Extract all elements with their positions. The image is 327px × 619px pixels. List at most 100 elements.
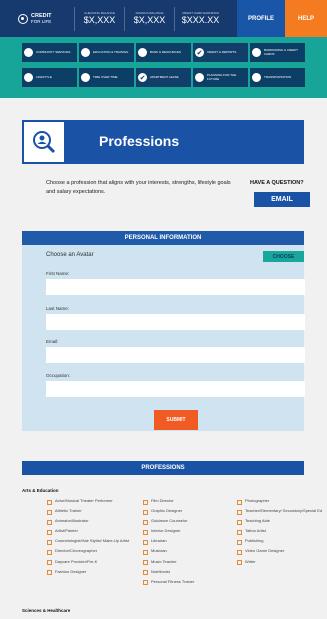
profession-item[interactable]: Cosmetologist/Hair Stylist/ Make-Up Arti… — [47, 539, 129, 545]
profession-item[interactable]: Nutritionist — [143, 568, 194, 576]
logo-mark-icon — [18, 13, 28, 24]
module-label: Lifestyle — [36, 74, 52, 79]
email-button[interactable]: EMAIL — [254, 192, 310, 207]
checkbox[interactable] — [47, 539, 52, 545]
profession-label: Athletic Trainer — [55, 508, 82, 514]
profession-item[interactable]: Teacher/Elementary/ Secondary/Special Ed — [237, 509, 322, 515]
profession-item[interactable]: Guidance Counselor — [143, 519, 194, 525]
module-tile[interactable]: Borrowing & Credit Cards — [250, 43, 305, 62]
profession-item[interactable]: Director/Choreographer — [47, 549, 129, 555]
checkbox[interactable] — [143, 580, 148, 586]
profession-item[interactable]: Video Game Designer — [237, 549, 322, 555]
checkbox[interactable] — [143, 509, 148, 515]
profession-label: Actor/Musical Theater Performer — [55, 498, 113, 503]
module-tile[interactable]: Bank & Resources — [136, 43, 191, 62]
checkmark-icon: ✔ — [195, 48, 204, 57]
profession-item[interactable]: Athletic Trainer — [47, 509, 129, 515]
module-grid: Community services Education & Training Ba… — [22, 43, 307, 87]
profession-label: Animator/Illustrator — [55, 518, 89, 524]
logo-text: CREDIT — [31, 12, 52, 19]
profile-button[interactable]: PROFILE — [237, 0, 285, 37]
profession-label: Librarian — [151, 538, 167, 544]
profession-item[interactable]: Interior Designer — [143, 529, 194, 535]
help-button[interactable]: HELP — [285, 0, 327, 37]
email-label: Email: — [46, 339, 59, 344]
profession-item[interactable]: Publishing — [237, 539, 322, 545]
checkbox[interactable] — [143, 519, 148, 525]
personal-info-panel: PERSONAL INFORMATION Choose an Avatar CH… — [22, 231, 305, 431]
module-label: Credit & Reports — [207, 49, 237, 54]
checkbox[interactable] — [143, 539, 148, 545]
profession-item[interactable]: Film Director — [143, 498, 194, 505]
first-name-field[interactable] — [46, 279, 305, 295]
profession-label: Video Game Designer — [245, 548, 285, 554]
module-tile[interactable]: Planning for the Future — [193, 68, 248, 87]
checkbox[interactable] — [237, 560, 242, 566]
profession-item[interactable]: Photographer — [237, 498, 322, 505]
profession-item[interactable]: Personal Fitness Trainer — [143, 579, 194, 586]
checkbox[interactable] — [143, 549, 148, 555]
profession-item[interactable]: Fashion Designer — [47, 569, 129, 576]
last-name-field[interactable] — [46, 314, 305, 330]
profession-item[interactable]: Music Teacher — [143, 558, 194, 566]
checkbox[interactable] — [47, 519, 52, 525]
profession-label: Nutritionist — [151, 568, 170, 574]
module-label: Education & Training — [93, 49, 129, 54]
module-tile[interactable]: Community services — [22, 43, 77, 62]
profession-item[interactable]: Animator/Illustrator — [47, 519, 129, 525]
profession-item[interactable]: Daycare Provider/Pre-K — [47, 559, 129, 566]
profession-item[interactable]: Actor/Musical Theater Performer — [47, 498, 129, 505]
checkbox[interactable] — [237, 539, 242, 545]
profession-label: Director/Choreographer — [55, 548, 98, 554]
first-name-label: First Name: — [46, 271, 70, 276]
checkbox[interactable] — [143, 499, 148, 505]
logo[interactable]: CREDIT FOR LIFE — [0, 13, 74, 25]
stat-label: Credit card earnings — [182, 11, 219, 15]
page-title: Professions — [99, 133, 180, 149]
checkbox[interactable] — [237, 509, 242, 515]
profession-item[interactable]: Tattoo Artist — [237, 529, 322, 535]
module-label: Borrowing & Credit Cards — [264, 48, 298, 56]
checkbox[interactable] — [237, 519, 242, 525]
checkbox[interactable] — [143, 560, 148, 566]
checkbox[interactable] — [143, 570, 148, 576]
profession-item[interactable]: Librarian — [143, 539, 194, 545]
checkbox[interactable] — [47, 560, 52, 566]
profession-item[interactable]: Artist/Painter — [47, 529, 129, 535]
profession-item[interactable]: Musician — [143, 549, 194, 555]
module-tile[interactable]: Lifestyle — [22, 68, 77, 87]
module-label: Bank & Resources — [150, 49, 181, 54]
profession-label: Teaching Aide — [245, 518, 270, 524]
circle-icon — [81, 48, 90, 57]
profession-column: Photographer Teacher/Elementary/ Secondar… — [237, 498, 322, 570]
profession-column: Actor/Musical Theater Performer Athletic … — [47, 498, 129, 580]
module-tile[interactable]: Transportation — [250, 68, 305, 87]
checking-balance: Checking balance $X,XXX — [74, 6, 124, 31]
occupation-field[interactable] — [46, 381, 305, 397]
professions-heading: PROFESSIONS — [22, 461, 304, 475]
checkbox[interactable] — [47, 570, 52, 576]
email-field[interactable] — [46, 347, 305, 363]
checkbox[interactable] — [47, 549, 52, 555]
module-tile[interactable]: ✔ Apartment Lease — [136, 68, 191, 87]
profession-label: Music Teacher — [151, 558, 177, 564]
checkbox[interactable] — [143, 529, 148, 535]
module-label: Apartment Lease — [150, 74, 179, 79]
profession-item[interactable]: Teaching Aide — [237, 519, 322, 525]
profession-item[interactable]: Writer — [237, 559, 322, 566]
checkbox[interactable] — [237, 549, 242, 555]
question-label: HAVE A QUESTION? — [250, 180, 304, 186]
choose-avatar-button[interactable]: CHOOSE — [263, 251, 304, 262]
submit-button[interactable]: SUBMIT — [154, 410, 198, 430]
module-tile[interactable]: ✔ Credit & Reports — [193, 43, 248, 62]
intro-text: Choose a profession that aligns with you… — [46, 180, 231, 195]
checkbox[interactable] — [47, 499, 52, 505]
module-tile[interactable]: Education & Training — [79, 43, 134, 62]
checkbox[interactable] — [47, 529, 52, 535]
module-tile[interactable]: Time Over Time — [79, 68, 134, 87]
checkbox[interactable] — [237, 529, 242, 535]
profession-item[interactable]: Graphic Designer — [143, 509, 194, 515]
checkbox[interactable] — [237, 499, 242, 505]
checkbox[interactable] — [47, 509, 52, 515]
circle-icon — [24, 48, 33, 57]
